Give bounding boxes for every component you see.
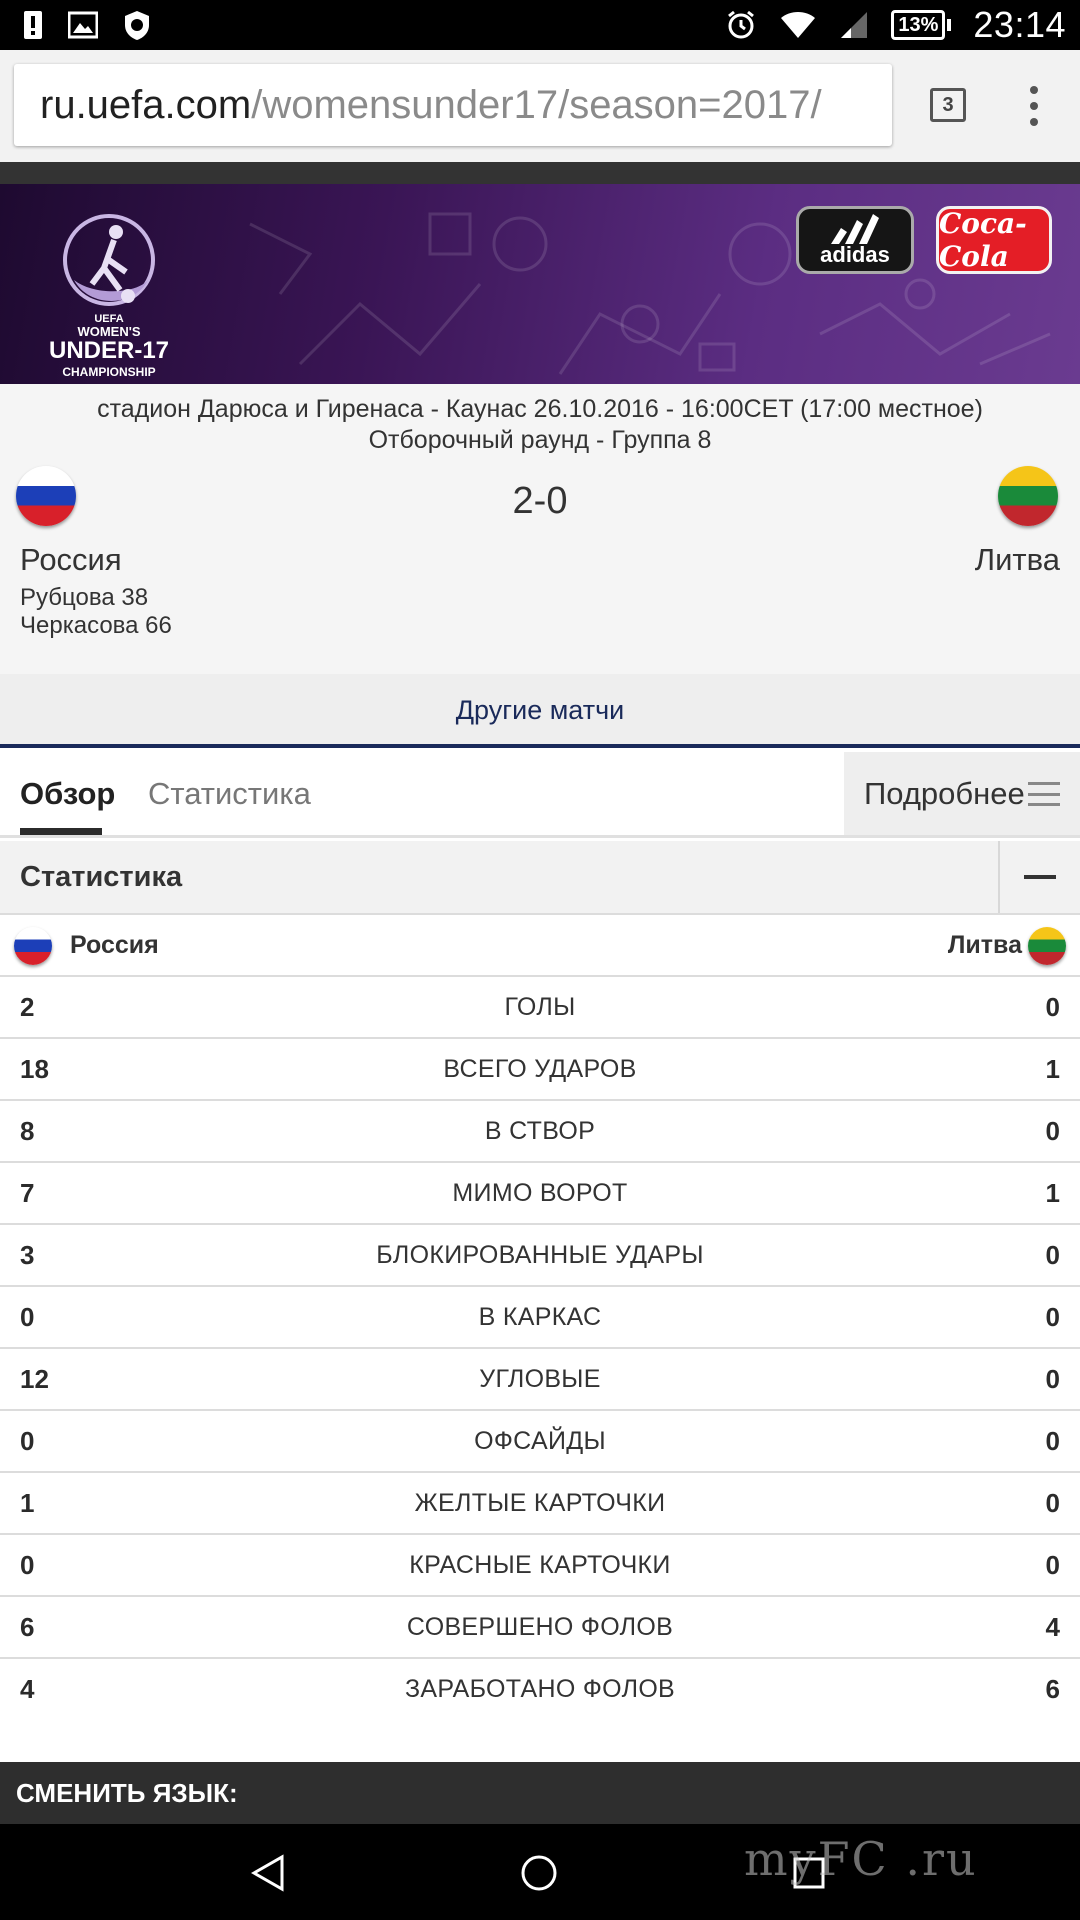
url-domain: ru.uefa.com — [40, 83, 252, 127]
more-menu-button[interactable]: Подробнее — [844, 752, 1080, 835]
stat-away-value: 0 — [1045, 1550, 1060, 1580]
other-matches-link[interactable]: Другие матчи — [0, 674, 1080, 748]
stats-section-header: Статистика — [0, 841, 1080, 915]
stats-table: 2 ГОЛЫ 0 18 ВСЕГО УДАРОВ 1 8 В СТВОР 0 7 МИМО ВОРО… — [0, 977, 1080, 1721]
venue-line: стадион Дарюса и Гиренаса - Каунас 26.10… — [97, 395, 983, 423]
overflow-menu-icon[interactable] — [1026, 86, 1042, 126]
system-nav-bar: myFC .ru — [0, 1824, 1080, 1920]
language-footer: СМЕНИТЬ ЯЗЫК: — [0, 1762, 1080, 1824]
match-tabs: Обзор Статистика Подробнее — [0, 752, 1080, 838]
image-icon — [68, 11, 98, 39]
adidas-stripes-icon — [831, 214, 879, 244]
stat-away-value: 0 — [1045, 1240, 1060, 1270]
logo-text-championship: CHAMPIONSHIP — [62, 365, 155, 379]
battery-icon: 13% — [891, 10, 952, 40]
stat-row: 12 УГЛОВЫЕ 0 — [0, 1349, 1080, 1411]
stat-away-value: 0 — [1045, 1302, 1060, 1332]
home-icon[interactable] — [520, 1854, 558, 1892]
scorer-item: Черкасова 66 — [20, 612, 172, 639]
stat-label: МИМО ВОРОТ — [452, 1179, 628, 1207]
away-team-name[interactable]: Литва — [975, 542, 1060, 578]
watermark: myFC .ru — [744, 1832, 978, 1886]
stat-row: 7 МИМО ВОРОТ 1 — [0, 1163, 1080, 1225]
stat-row: 8В СТВОР 0 — [0, 1101, 1080, 1163]
lithuania-flag-icon — [1028, 927, 1066, 965]
stat-away-value: 4 — [1045, 1612, 1060, 1642]
url-field[interactable]: ru.uefa.com/womensunder17/season=2017/ — [14, 64, 892, 146]
stat-label: ЗАРАБОТАНО ФОЛОВ — [404, 1675, 676, 1703]
russia-flag-icon — [14, 927, 52, 965]
stat-row: 0В КАРКАС 0 — [0, 1287, 1080, 1349]
stat-away-value: 1 — [1045, 1054, 1060, 1084]
stat-row: 0 ОФСАЙДЫ 0 — [0, 1411, 1080, 1473]
stat-label: ВСЕГО УДАРОВ — [443, 1055, 637, 1083]
stat-away-value: 0 — [1045, 1364, 1060, 1394]
stat-label: УГЛОВЫЕ — [479, 1365, 601, 1393]
stat-row: 3 БЛОКИРОВАННЫЕ УДАРЫ 0 — [0, 1225, 1080, 1287]
shield-icon — [125, 11, 149, 40]
browser-toolbar: ru.uefa.com/womensunder17/season=2017/ 3 — [0, 50, 1080, 162]
more-label: Подробнее — [864, 776, 1025, 811]
home-team-name[interactable]: Россия — [20, 542, 122, 578]
wifi-icon — [781, 12, 816, 38]
adidas-wordmark: adidas — [820, 242, 890, 267]
stat-label: В КАРКАС — [478, 1303, 602, 1331]
stats-title: Статистика — [20, 861, 183, 893]
signal-icon — [841, 12, 868, 38]
stat-away-value: 0 — [1045, 1116, 1060, 1146]
battery-level: 13% — [891, 10, 946, 40]
uefa-u17-logo: UEFA WOMEN'S UNDER-17 CHAMPIONSHIP — [49, 214, 169, 379]
back-icon[interactable] — [250, 1854, 286, 1892]
stat-label: ОФСАЙДЫ — [474, 1427, 606, 1455]
round-line: Отборочный раунд - Группа 8 — [368, 426, 712, 454]
stat-row: 0 КРАСНЫЕ КАРТОЧКИ 0 — [0, 1535, 1080, 1597]
tab-overview[interactable]: Обзор — [20, 776, 115, 812]
stat-away-value: 1 — [1045, 1178, 1060, 1208]
match-score: 2-0 — [512, 480, 568, 522]
stat-away-value: 0 — [1045, 992, 1060, 1022]
stat-label: КРАСНЫЕ КАРТОЧКИ — [409, 1551, 671, 1579]
stat-label: ГОЛЫ — [504, 993, 576, 1021]
stat-label: В СТВОР — [484, 1117, 596, 1145]
stat-row: 1 ЖЕЛТЫЕ КАРТОЧКИ 0 — [0, 1473, 1080, 1535]
match-venue: стадион Дарюса и Гиренаса - Каунас 26.10… — [0, 394, 1080, 456]
collapse-button[interactable] — [998, 841, 1080, 913]
stats-teams-row: Россия Литва — [0, 915, 1080, 977]
status-bar: 13% 23:14 — [0, 0, 1080, 50]
tournament-banner: UEFA WOMEN'S UNDER-17 CHAMPIONSHIP adida… — [0, 184, 1080, 384]
change-language-button[interactable]: СМЕНИТЬ ЯЗЫК: — [16, 1778, 238, 1809]
clock: 23:14 — [973, 4, 1066, 45]
stat-away-value: 6 — [1045, 1674, 1060, 1704]
stat-label: ЖЕЛТЫЕ КАРТОЧКИ — [414, 1489, 666, 1517]
logo-text-under17: UNDER-17 — [49, 337, 169, 364]
stat-row: 6 СОВЕРШЕНО ФОЛОВ 4 — [0, 1597, 1080, 1659]
alarm-icon — [728, 10, 755, 39]
stats-away-team: Литва — [947, 931, 1022, 959]
stats-home-team: Россия — [70, 931, 159, 959]
stat-row: 18 ВСЕГО УДАРОВ 1 — [0, 1039, 1080, 1101]
minus-icon — [1024, 875, 1056, 879]
adidas-logo: adidas — [796, 206, 914, 274]
tab-switcher-button[interactable]: 3 — [930, 88, 966, 122]
stat-row: 2 ГОЛЫ 0 — [0, 977, 1080, 1039]
active-tab-indicator — [20, 828, 102, 835]
scorer-item: Рубцова 38 — [20, 584, 149, 611]
stat-row: 4 ЗАРАБОТАНО ФОЛОВ 6 — [0, 1659, 1080, 1721]
alert-icon — [24, 11, 42, 39]
site-header-strip — [0, 162, 1080, 184]
goal-scorers: Рубцова 38 Черкасова 66 — [20, 584, 172, 640]
hamburger-icon — [1028, 782, 1060, 806]
stat-away-value: 0 — [1045, 1488, 1060, 1518]
match-header: стадион Дарюса и Гиренаса - Каунас 26.10… — [0, 384, 1080, 674]
stat-label: СОВЕРШЕНО ФОЛОВ — [406, 1613, 674, 1641]
stat-label: БЛОКИРОВАННЫЕ УДАРЫ — [376, 1241, 704, 1269]
stat-away-value: 0 — [1045, 1426, 1060, 1456]
url-path: /womensunder17/season=2017/ — [251, 83, 822, 127]
cocacola-logo: Coca-Cola — [936, 206, 1052, 274]
tab-statistics[interactable]: Статистика — [148, 776, 311, 812]
